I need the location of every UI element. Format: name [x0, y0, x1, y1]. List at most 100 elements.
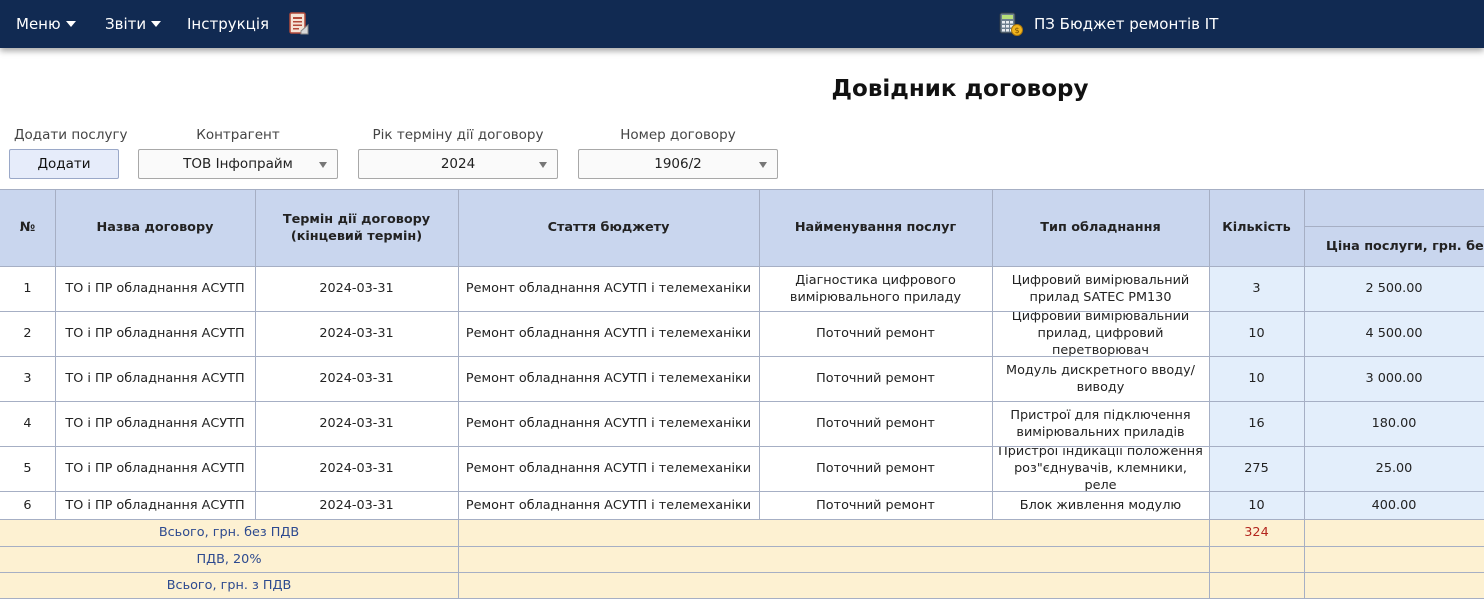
col-service-name-cell: Поточний ремонт: [759, 491, 992, 519]
contract-number-label: Номер договору: [620, 127, 736, 143]
grid-line: [1304, 519, 1305, 598]
chevron-down-icon: [319, 162, 327, 168]
col-term-cell: 2024-03-31: [255, 491, 458, 519]
col-price-cell: 400.00: [1304, 491, 1484, 519]
col-price-cell: 25.00: [1304, 446, 1484, 491]
col-equipment-type-header: Тип обладнання: [992, 189, 1209, 266]
grid-line: [0, 356, 1484, 357]
col-term-cell: 2024-03-31: [255, 401, 458, 446]
totals-label: Всього, грн. без ПДВ: [0, 519, 458, 546]
totals-price: [1304, 546, 1484, 572]
grid-line: [992, 189, 993, 519]
col-budget-item-cell: Ремонт обладнання АСУТП і телемеханіки: [458, 356, 759, 401]
menu-dropdown[interactable]: Меню: [16, 0, 76, 48]
counterparty-select[interactable]: ТОВ Інфопрайм: [138, 149, 338, 179]
document-icon[interactable]: [289, 12, 309, 36]
grid-line: [1304, 226, 1484, 227]
totals-quantity: 324: [1209, 519, 1304, 546]
add-service-label: Додати послугу: [14, 127, 128, 143]
contract-table: № Назва договору Термін дії договору (кінц…: [0, 189, 1484, 599]
page-title: Довідник договору: [831, 76, 1089, 102]
chevron-down-icon: [65, 20, 76, 27]
col-equipment-type-cell: Пристрої для підключення вимірювальних п…: [992, 401, 1209, 446]
grid-line: [0, 519, 1484, 520]
grid-line: [0, 491, 1484, 492]
grid-line: [0, 189, 1484, 190]
col-equipment-type-cell: Цифровий вимірювальний прилад, цифровий …: [992, 311, 1209, 356]
grid-line: [759, 189, 760, 519]
grid-line: [55, 189, 56, 519]
totals-quantity: [1209, 572, 1304, 598]
col-number-cell: 2: [0, 311, 55, 356]
totals-spacer: [458, 572, 1209, 598]
col-budget-item-cell: Ремонт обладнання АСУТП і телемеханіки: [458, 446, 759, 491]
grid-line: [0, 266, 1484, 267]
price-group-header: [1304, 189, 1484, 226]
col-quantity-cell: 16: [1209, 401, 1304, 446]
counterparty-value: ТОВ Інфопрайм: [183, 156, 293, 172]
grid-line: [0, 446, 1484, 447]
reports-label: Звіти: [105, 15, 147, 33]
col-number-cell: 5: [0, 446, 55, 491]
grid-line: [1209, 189, 1210, 519]
col-service-name-header: Найменування послуг: [759, 189, 992, 266]
col-budget-item-header: Стаття бюджету: [458, 189, 759, 266]
counterparty-label: Контрагент: [196, 127, 280, 143]
add-button[interactable]: Додати: [9, 149, 119, 179]
grid-line: [1304, 189, 1305, 519]
col-service-name-cell: Поточний ремонт: [759, 446, 992, 491]
totals-spacer: [458, 519, 1209, 546]
col-contract-name-header: Назва договору: [55, 189, 255, 266]
year-select[interactable]: 2024: [358, 149, 558, 179]
col-contract-name-cell: ТО і ПР обладнання АСУТП: [55, 311, 255, 356]
reports-dropdown[interactable]: Звіти: [105, 0, 162, 48]
col-price-cell: 180.00: [1304, 401, 1484, 446]
grid-line: [255, 189, 256, 519]
col-service-name-cell: Діагностика цифрового вимірювального при…: [759, 266, 992, 311]
year-label: Рік терміну дії договору: [372, 127, 544, 143]
col-term-cell: 2024-03-31: [255, 356, 458, 401]
col-quantity-cell: 10: [1209, 491, 1304, 519]
instruction-link[interactable]: Інструкція: [187, 0, 269, 48]
calculator-money-icon: $: [998, 11, 1024, 37]
col-quantity-header: Кількість: [1209, 189, 1304, 266]
col-quantity-cell: 3: [1209, 266, 1304, 311]
grid-line: [0, 598, 1484, 599]
col-contract-name-cell: ТО і ПР обладнання АСУТП: [55, 491, 255, 519]
menu-label: Меню: [16, 15, 61, 33]
col-contract-name-cell: ТО і ПР обладнання АСУТП: [55, 356, 255, 401]
grid-line: [458, 519, 459, 598]
grid-line: [0, 572, 1484, 573]
contract-number-select[interactable]: 1906/2: [578, 149, 778, 179]
col-budget-item-cell: Ремонт обладнання АСУТП і телемеханіки: [458, 401, 759, 446]
col-term-cell: 2024-03-31: [255, 446, 458, 491]
totals-label: ПДВ, 20%: [0, 546, 458, 572]
col-number-cell: 6: [0, 491, 55, 519]
col-price-cell: 2 500.00: [1304, 266, 1484, 311]
col-service-name-cell: Поточний ремонт: [759, 311, 992, 356]
chevron-down-icon: [539, 162, 547, 168]
col-equipment-type-cell: Модуль дискретного вводу/виводу: [992, 356, 1209, 401]
col-contract-name-cell: ТО і ПР обладнання АСУТП: [55, 266, 255, 311]
col-budget-item-cell: Ремонт обладнання АСУТП і телемеханіки: [458, 311, 759, 356]
col-service-name-cell: Поточний ремонт: [759, 401, 992, 446]
grid-line: [458, 189, 459, 519]
totals-quantity: [1209, 546, 1304, 572]
col-equipment-type-cell: Блок живлення модулю: [992, 491, 1209, 519]
col-budget-item-cell: Ремонт обладнання АСУТП і телемеханіки: [458, 491, 759, 519]
col-contract-name-cell: ТО і ПР обладнання АСУТП: [55, 446, 255, 491]
grid-line: [0, 401, 1484, 402]
col-contract-name-cell: ТО і ПР обладнання АСУТП: [55, 401, 255, 446]
col-budget-item-cell: Ремонт обладнання АСУТП і телемеханіки: [458, 266, 759, 311]
col-term-cell: 2024-03-31: [255, 266, 458, 311]
col-number-header: №: [0, 189, 55, 266]
grid-line: [1209, 519, 1210, 598]
totals-price: [1304, 572, 1484, 598]
col-term-header: Термін дії договору (кінцевий термін): [255, 189, 458, 266]
chevron-down-icon: [151, 20, 162, 27]
col-price-header: Ціна послуги, грн. без ПД: [1304, 226, 1484, 266]
grid-line: [0, 546, 1484, 547]
col-quantity-cell: 10: [1209, 356, 1304, 401]
col-price-cell: 4 500.00: [1304, 311, 1484, 356]
contract-number-value: 1906/2: [654, 156, 702, 172]
